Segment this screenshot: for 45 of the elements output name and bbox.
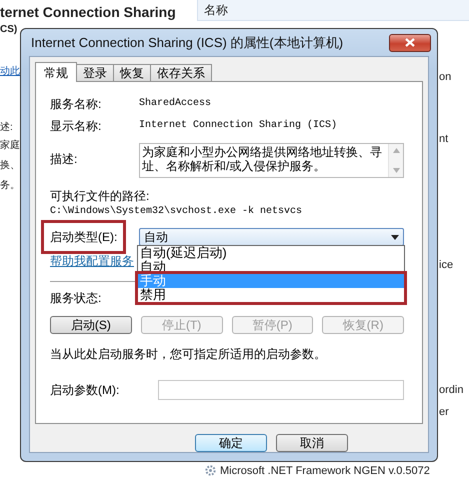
field-value: Internet Connection Sharing (ICS): [139, 119, 338, 133]
service-name: ice: [439, 259, 454, 272]
service-link[interactable]: 动此: [0, 66, 20, 78]
dropdown-option[interactable]: 自动(延迟启动): [138, 246, 404, 260]
service-control-button[interactable]: 启动(S): [50, 316, 132, 334]
description-text: 务。: [0, 180, 20, 192]
scroll-up-icon[interactable]: [392, 148, 400, 153]
service-name: nt: [439, 133, 450, 146]
help-link[interactable]: 帮助我配置服务: [50, 253, 134, 269]
scroll-down-icon[interactable]: [392, 168, 400, 173]
field-value: SharedAccess: [139, 97, 212, 111]
tab[interactable]: 登录: [76, 64, 114, 81]
field-label: 启动参数(M):: [50, 382, 120, 398]
ok-button[interactable]: 确定: [195, 434, 267, 452]
field-value: C:\Windows\System32\svchost.exe -k netsvcs: [50, 205, 302, 219]
service-name: Microsoft .NET Framework NGEN v.0.5072: [220, 464, 430, 476]
gear-icon: [205, 465, 216, 476]
description-text: 换、: [0, 160, 20, 172]
input-field[interactable]: [158, 380, 404, 400]
field-label: 描述:: [50, 151, 78, 167]
dropdown-option[interactable]: 禁用: [138, 288, 404, 302]
close-icon: [405, 38, 415, 47]
tab[interactable]: 恢复: [113, 64, 151, 81]
service-name: on: [439, 71, 452, 84]
field-label: 启动类型(E):: [50, 230, 118, 244]
cancel-button[interactable]: 取消: [276, 434, 348, 452]
field-label: 服务状态:: [50, 290, 102, 306]
caret-icon: [391, 234, 399, 240]
hint-text: 当从此处启动服务时，您可指定所适用的启动参数。: [50, 346, 326, 362]
service-title: ternet Connection Sharing: [0, 4, 176, 20]
service-title: CS): [0, 24, 18, 36]
field-label: 可执行文件的路径:: [50, 188, 150, 204]
description-text: 家庭: [0, 140, 20, 152]
description-text: 述:: [0, 122, 13, 134]
field-label: 显示名称:: [50, 118, 102, 134]
close-button[interactable]: [389, 34, 431, 52]
tab[interactable]: 常规: [35, 62, 77, 82]
column-header[interactable]: 名称: [197, 0, 469, 21]
startup-type-dropdown[interactable]: 自动: [139, 228, 404, 246]
window-title: Internet Connection Sharing (ICS) 的属性(本地计算机): [30, 34, 344, 52]
service-name: er: [439, 406, 450, 419]
tab[interactable]: 依存关系: [150, 64, 212, 81]
field-label: 服务名称:: [50, 96, 102, 112]
service-name: ordin: [439, 384, 464, 397]
description-box[interactable]: 为家庭和小型办公网络提供网络地址转换、寻址、名称解析和/或入侵保护服务。: [139, 143, 404, 178]
